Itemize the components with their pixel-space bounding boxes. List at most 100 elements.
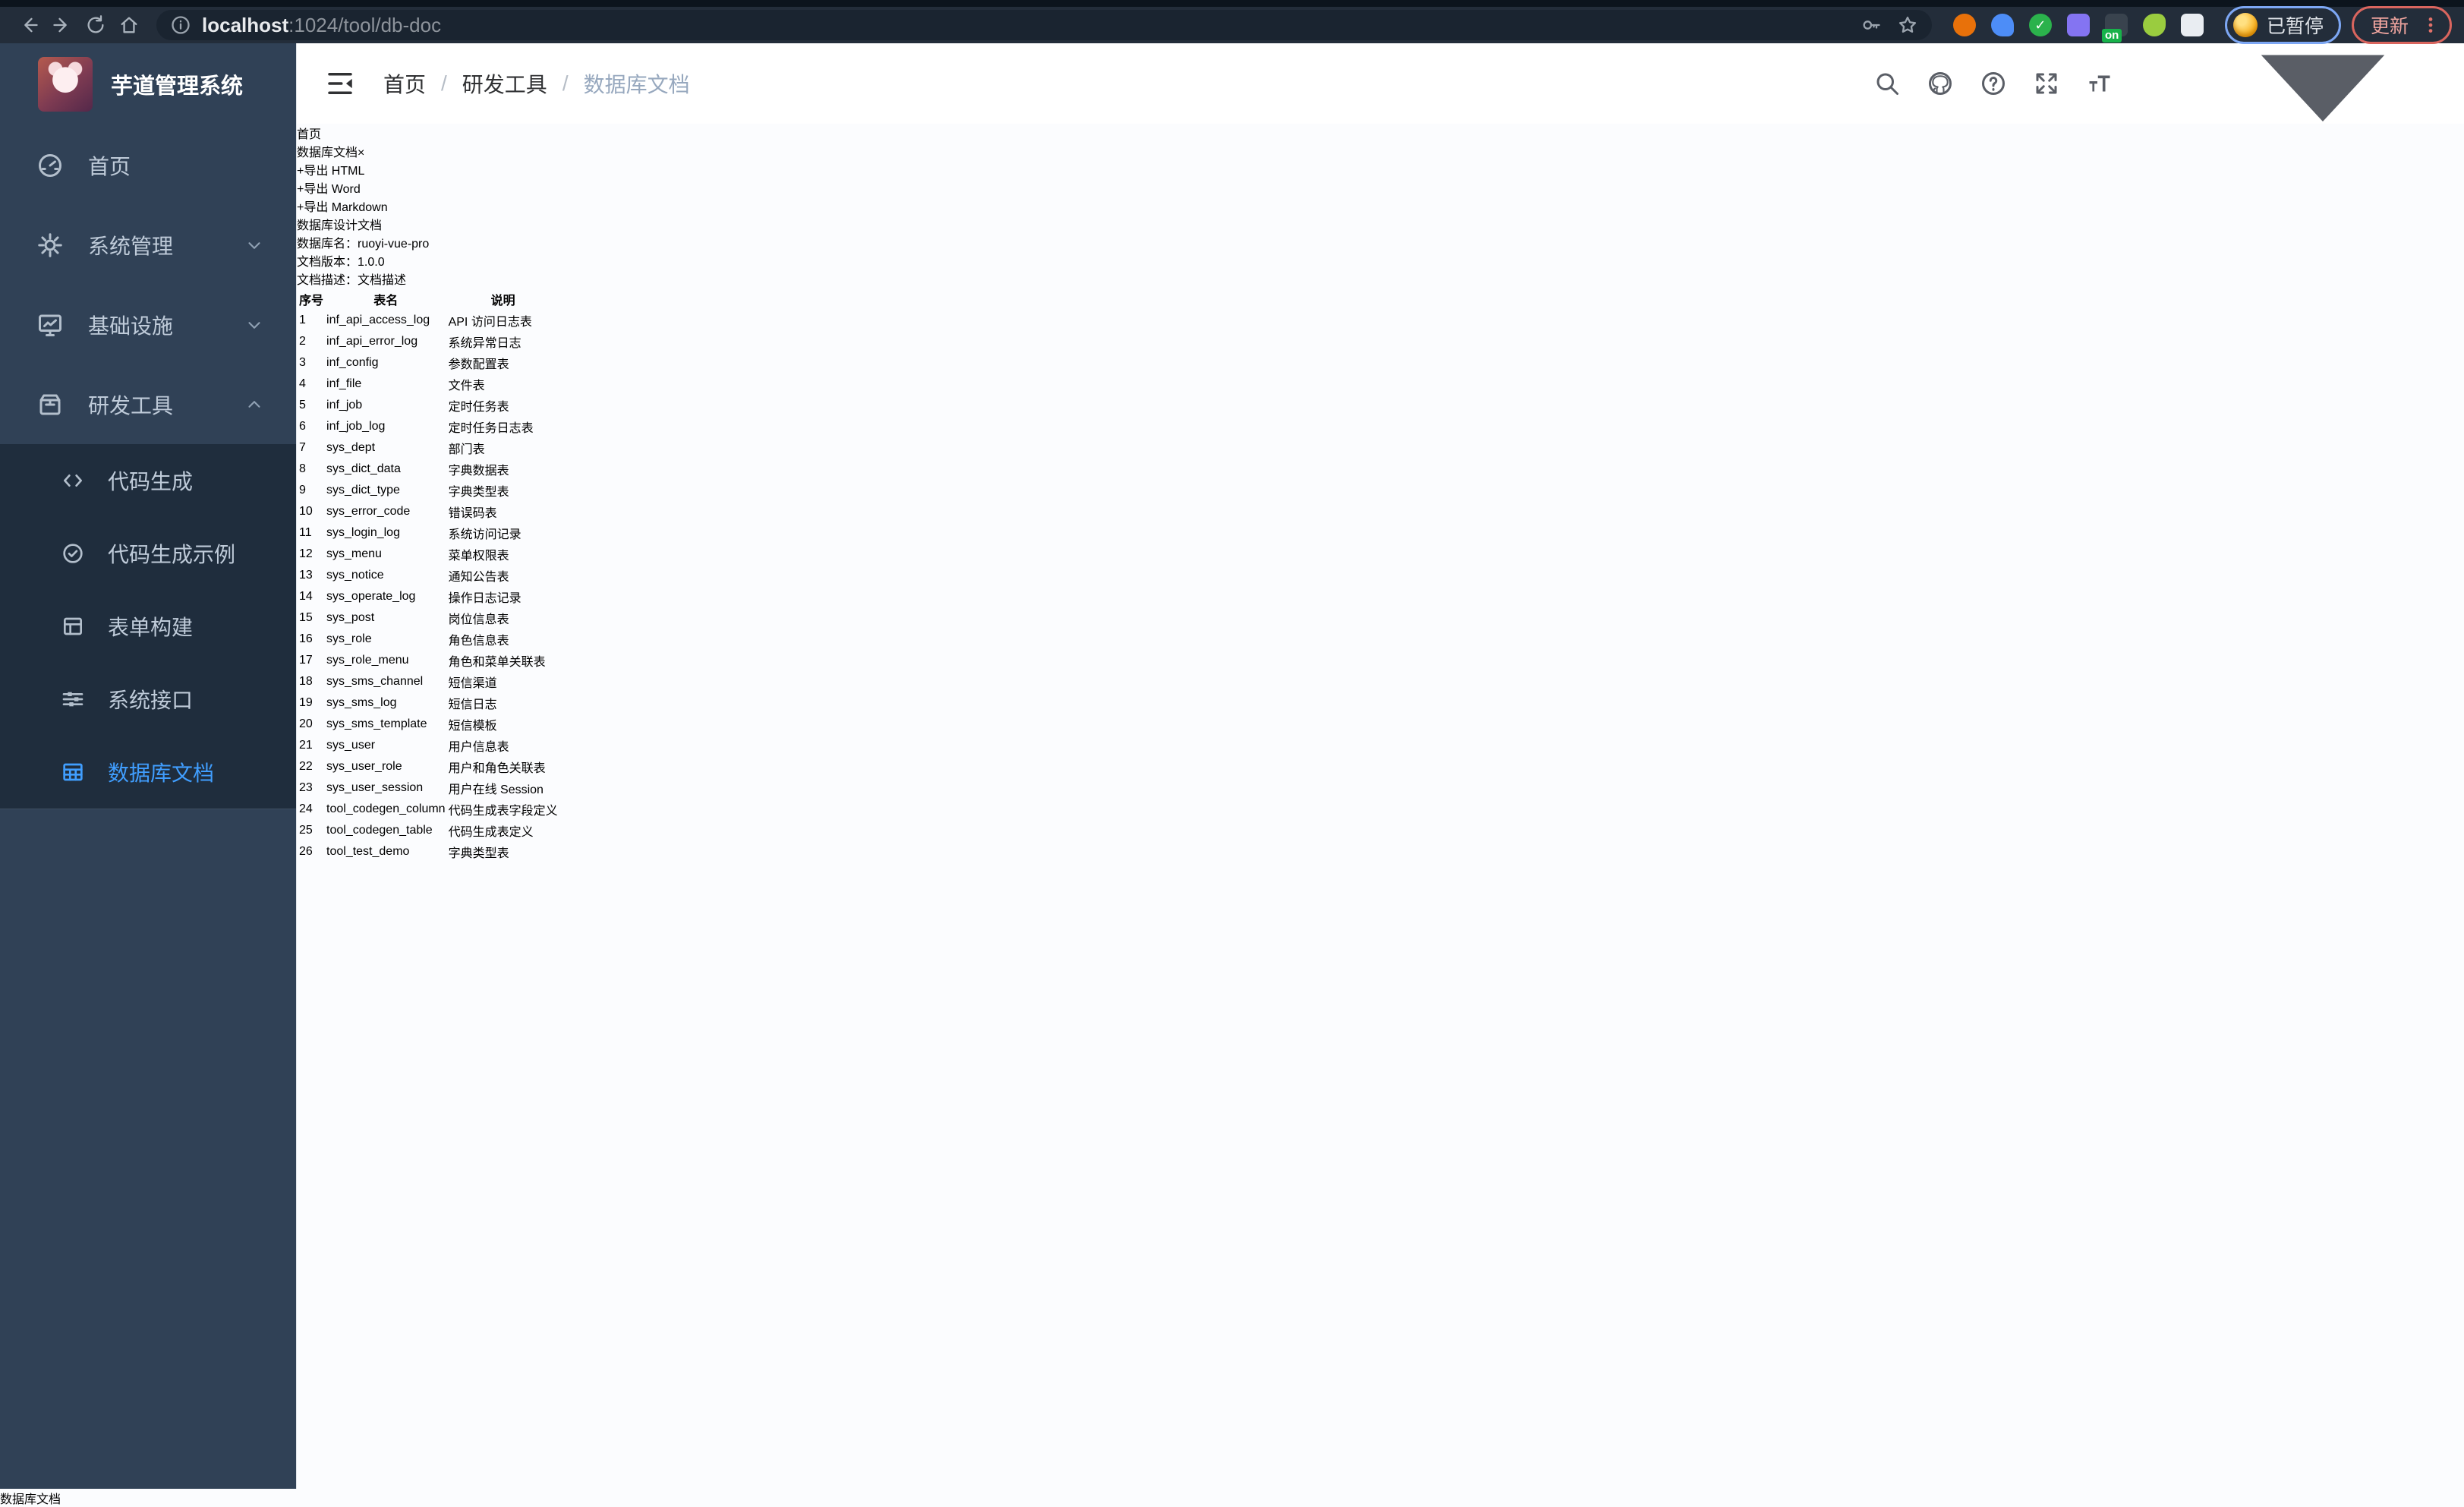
table-header-row: 序号表名说明 — [298, 289, 559, 309]
sidebar-subitem-数据库文档[interactable]: 数据库文档 — [0, 736, 296, 809]
browser-update-button[interactable]: 更新 — [2352, 6, 2452, 44]
table-cell-description: 定时任务表 — [448, 396, 559, 415]
table-name-link[interactable]: sys_login_log — [326, 526, 400, 539]
table-cell-name: sys_role — [326, 629, 446, 649]
breadcrumb-item-首页[interactable]: 首页 — [383, 68, 426, 99]
table-cell-description: 角色信息表 — [448, 629, 559, 649]
kebab-menu-icon[interactable] — [2421, 15, 2440, 35]
table-cell-name: sys_menu — [326, 544, 446, 564]
export-button-导出-Markdown[interactable]: +导出 Markdown — [297, 197, 2464, 215]
table-cell-description: 短信模板 — [448, 714, 559, 734]
forward-button[interactable] — [46, 10, 79, 40]
info-icon[interactable] — [170, 14, 191, 36]
table-name-link[interactable]: sys_sms_channel — [326, 675, 423, 688]
sidebar-item-首页[interactable]: 首页 — [0, 125, 296, 205]
table-cell-name: sys_login_log — [326, 523, 446, 543]
search-icon[interactable] — [1873, 70, 1901, 97]
sidebar-subitem-代码生成[interactable]: 代码生成 — [0, 444, 296, 517]
table-name-link[interactable]: tool_codegen_column — [326, 802, 446, 815]
extension-leaf-icon[interactable] — [2143, 14, 2166, 36]
table-cell-name: sys_operate_log — [326, 587, 446, 607]
sidebar-subitem-代码生成示例[interactable]: 代码生成示例 — [0, 517, 296, 590]
tab-数据库文档[interactable]: 数据库文档× — [297, 142, 2464, 160]
meta-value: 文档描述 — [358, 274, 406, 287]
extension-puzzle-icon[interactable] — [2181, 14, 2204, 36]
sidebar-subitem-label: 系统接口 — [108, 684, 193, 714]
table-cell-description: 短信日志 — [448, 693, 559, 713]
app-navbar: 首页/研发工具/数据库文档 — [297, 43, 2464, 124]
fullscreen-icon[interactable] — [2033, 70, 2060, 97]
home-button[interactable] — [112, 10, 146, 40]
table-name-link[interactable]: sys_user_session — [326, 781, 423, 794]
table-name-link[interactable]: sys_sms_template — [326, 717, 427, 730]
close-icon[interactable]: × — [358, 147, 364, 159]
font-size-icon[interactable] — [2086, 70, 2113, 97]
browser-toolbar: localhost:1024/tool/db-doc ✓ on 已暂停 更新 — [0, 7, 2464, 43]
extension-check-icon[interactable]: ✓ — [2029, 14, 2052, 36]
sidebar-subitem-label: 数据库文档 — [108, 757, 214, 787]
breadcrumb-separator: / — [441, 71, 447, 96]
table-column-header: 序号 — [298, 289, 324, 309]
browser-profile-chip[interactable]: 已暂停 — [2225, 6, 2341, 44]
sidebar-item-label: 研发工具 — [88, 389, 173, 420]
fold-sidebar-icon[interactable] — [324, 68, 356, 99]
table-cell-index: 23 — [298, 778, 324, 798]
help-icon[interactable] — [1980, 70, 2007, 97]
table-name-link[interactable]: inf_api_access_log — [326, 314, 430, 326]
table-name-link[interactable]: inf_file — [326, 377, 361, 390]
star-icon[interactable] — [1897, 14, 1918, 36]
sidebar-item-研发工具[interactable]: 研发工具 — [0, 364, 296, 444]
extension-dark-icon[interactable]: on — [2105, 14, 2128, 36]
address-bar[interactable]: localhost:1024/tool/db-doc — [156, 10, 1932, 40]
table-cell-index: 26 — [298, 842, 324, 862]
sidebar-item-label: 系统管理 — [88, 230, 173, 260]
url-text[interactable]: localhost:1024/tool/db-doc — [202, 14, 1861, 37]
extension-pin-icon[interactable] — [1991, 14, 2014, 36]
reload-button[interactable] — [79, 10, 112, 40]
table-cell-name: inf_config — [326, 353, 446, 373]
tab-首页[interactable]: 首页 — [297, 124, 2464, 142]
sidebar-logo-row[interactable]: 芋道管理系统 — [0, 43, 296, 125]
table-cell-name: sys_dept — [326, 438, 446, 458]
table-name-link[interactable]: sys_user_role — [326, 760, 402, 773]
table-name-link[interactable]: sys_error_code — [326, 505, 410, 518]
table-name-link[interactable]: sys_operate_log — [326, 590, 415, 603]
avatar[interactable] — [2139, 61, 2183, 106]
github-icon[interactable] — [1927, 70, 1954, 97]
table-cell-index: 2 — [298, 332, 324, 352]
table-name-link[interactable]: sys_dept — [326, 441, 375, 454]
sidebar-item-系统管理[interactable]: 系统管理 — [0, 205, 296, 285]
table-name-link[interactable]: sys_sms_log — [326, 696, 396, 709]
table-name-link[interactable]: sys_role_menu — [326, 654, 409, 667]
table-name-link[interactable]: tool_test_demo — [326, 845, 409, 858]
extension-grid-icon[interactable] — [2067, 14, 2090, 36]
table-cell-description: 角色和菜单关联表 — [448, 651, 559, 670]
sidebar-item-基础设施[interactable]: 基础设施 — [0, 285, 296, 364]
table-name-link[interactable]: inf_config — [326, 356, 379, 369]
key-icon[interactable] — [1861, 14, 1882, 36]
table-name-link[interactable]: sys_notice — [326, 569, 384, 582]
table-name-link[interactable]: sys_post — [326, 611, 374, 624]
table-name-link[interactable]: sys_menu — [326, 547, 382, 560]
extension-orange-icon[interactable] — [1953, 14, 1976, 36]
table-name-link[interactable]: sys_dict_data — [326, 462, 401, 475]
table-row: 4inf_file文件表 — [298, 374, 559, 394]
table-cell-index: 1 — [298, 311, 324, 330]
table-name-link[interactable]: sys_dict_type — [326, 484, 400, 497]
urlbar-right-icons — [1861, 14, 1918, 36]
table-name-link[interactable]: inf_api_error_log — [326, 335, 417, 348]
table-row: 14sys_operate_log操作日志记录 — [298, 587, 559, 607]
export-button-label: 导出 Markdown — [304, 201, 387, 214]
sidebar-subitem-表单构建[interactable]: 表单构建 — [0, 590, 296, 663]
back-button[interactable] — [12, 10, 46, 40]
table-cell-index: 19 — [298, 693, 324, 713]
table-name-link[interactable]: sys_user — [326, 739, 375, 752]
table-name-link[interactable]: inf_job — [326, 399, 362, 411]
table-name-link[interactable]: sys_role — [326, 632, 372, 645]
export-button-导出-Word[interactable]: +导出 Word — [297, 178, 2464, 197]
table-name-link[interactable]: inf_job_log — [326, 420, 385, 433]
breadcrumb-item-研发工具[interactable]: 研发工具 — [462, 68, 547, 99]
export-button-导出-HTML[interactable]: +导出 HTML — [297, 160, 2464, 178]
sidebar-subitem-系统接口[interactable]: 系统接口 — [0, 663, 296, 736]
table-name-link[interactable]: tool_codegen_table — [326, 824, 433, 837]
